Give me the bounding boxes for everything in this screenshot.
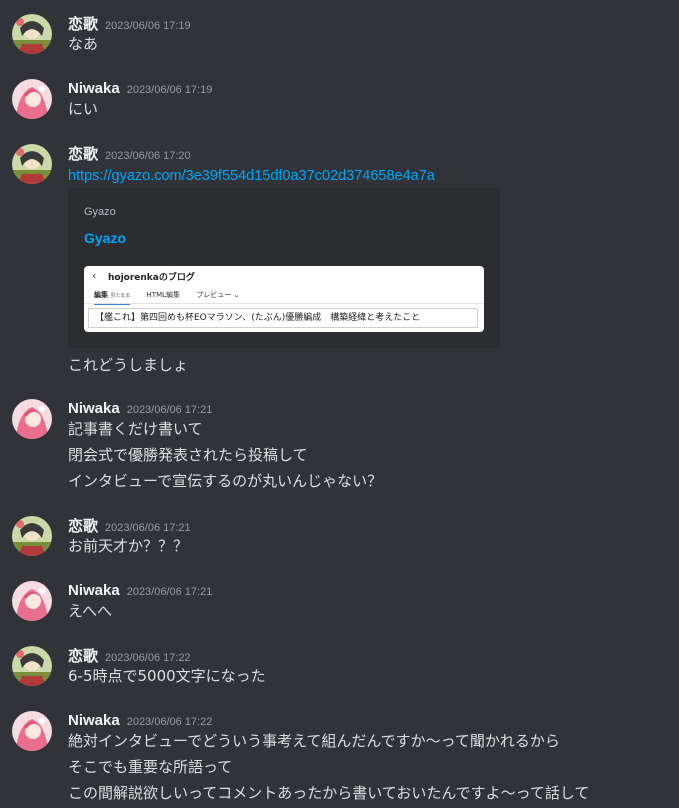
niwaka-avatar-icon[interactable] xyxy=(12,711,52,751)
timestamp: 2023/06/06 17:20 xyxy=(105,150,191,162)
message-header: 恋歌 2023/06/06 17:21 xyxy=(68,515,191,535)
timestamp: 2023/06/06 17:22 xyxy=(126,716,213,728)
message-text: お前天才か？？？ xyxy=(68,537,189,555)
message-text: 6-5時点で5000文字になった xyxy=(68,667,266,685)
niwaka-avatar-icon[interactable] xyxy=(12,399,52,439)
username[interactable]: Niwaka xyxy=(68,400,120,417)
username[interactable]: 恋歌 xyxy=(68,518,98,535)
username[interactable]: 恋歌 xyxy=(68,16,98,33)
tab-html-edit: HTML編集 xyxy=(146,291,181,299)
message-header: Niwaka 2023/06/06 17:21 xyxy=(68,398,212,418)
embed-provider[interactable]: Gyazo xyxy=(84,206,116,218)
username[interactable]: Niwaka xyxy=(68,712,120,729)
message-header: 恋歌 2023/06/06 17:19 xyxy=(68,13,191,33)
message-header: Niwaka 2023/06/06 17:21 xyxy=(68,580,212,600)
message-link-line: https://gyazo.com/3e39f554d15df0a37c02d3… xyxy=(68,165,435,186)
renka-avatar-icon[interactable] xyxy=(12,14,52,54)
message-text: この間解説欲しいってコメントあったから書いておいたんですよ～って話して xyxy=(68,784,590,802)
embed-title[interactable]: Gyazo xyxy=(84,230,126,246)
message-text: 閉会式で優勝発表されたら投稿して xyxy=(68,446,308,464)
niwaka-avatar-icon[interactable] xyxy=(12,79,52,119)
message-header: Niwaka 2023/06/06 17:19 xyxy=(68,78,212,98)
embed-image[interactable]: ‹ hojorenkaのブログ 編集 見たまま HTML編集 プレビュー ⌄ 【… xyxy=(84,266,484,332)
message-text: インタビューで宣伝するのが丸いんじゃない？ xyxy=(68,472,383,490)
gyazo-link[interactable]: https://gyazo.com/3e39f554d15df0a37c02d3… xyxy=(68,168,435,184)
link-embed: Gyazo Gyazo ‹ hojorenkaのブログ 編集 見たまま HTML… xyxy=(68,188,500,348)
back-chevron-icon: ‹ xyxy=(92,269,97,282)
renka-avatar-icon[interactable] xyxy=(12,646,52,686)
blog-title: hojorenkaのブログ xyxy=(108,273,195,283)
message-header: Niwaka 2023/06/06 17:22 xyxy=(68,710,212,730)
niwaka-avatar-icon[interactable] xyxy=(12,581,52,621)
username[interactable]: Niwaka xyxy=(68,582,120,599)
username[interactable]: 恋歌 xyxy=(68,146,98,163)
timestamp: 2023/06/06 17:22 xyxy=(105,652,191,664)
message-header: 恋歌 2023/06/06 17:22 xyxy=(68,645,191,665)
timestamp: 2023/06/06 17:19 xyxy=(105,20,191,32)
message-text: 絶対インタビューでどういう事考えて組んだんですか～って聞かれるから xyxy=(68,732,560,750)
chat-message-list: 恋歌 2023/06/06 17:19 なあ Niwaka 2023/06/06 1… xyxy=(0,0,679,808)
tab-preview: プレビュー ⌄ xyxy=(196,291,240,299)
username[interactable]: Niwaka xyxy=(68,80,120,97)
renka-avatar-icon[interactable] xyxy=(12,144,52,184)
message-header: 恋歌 2023/06/06 17:20 xyxy=(68,143,191,163)
timestamp: 2023/06/06 17:21 xyxy=(126,586,213,598)
message-text: えへへ xyxy=(68,602,112,620)
divider xyxy=(84,303,484,304)
timestamp: 2023/06/06 17:21 xyxy=(126,404,213,416)
message-text: 記事書くだけ書いて xyxy=(68,420,203,438)
timestamp: 2023/06/06 17:21 xyxy=(105,522,191,534)
post-title-field: 【艦これ】第四回めも杯EOマラソン、(たぶん)優勝編成 構築経緯と考えたこと xyxy=(88,308,478,328)
message-text: これどうしましょ xyxy=(68,356,189,374)
timestamp: 2023/06/06 17:19 xyxy=(126,84,213,96)
username[interactable]: 恋歌 xyxy=(68,648,98,665)
renka-avatar-icon[interactable] xyxy=(12,516,52,556)
message-text: なあ xyxy=(68,35,99,53)
message-text: にい xyxy=(68,100,99,118)
message-text: そこでも重要な所語って xyxy=(68,758,233,776)
